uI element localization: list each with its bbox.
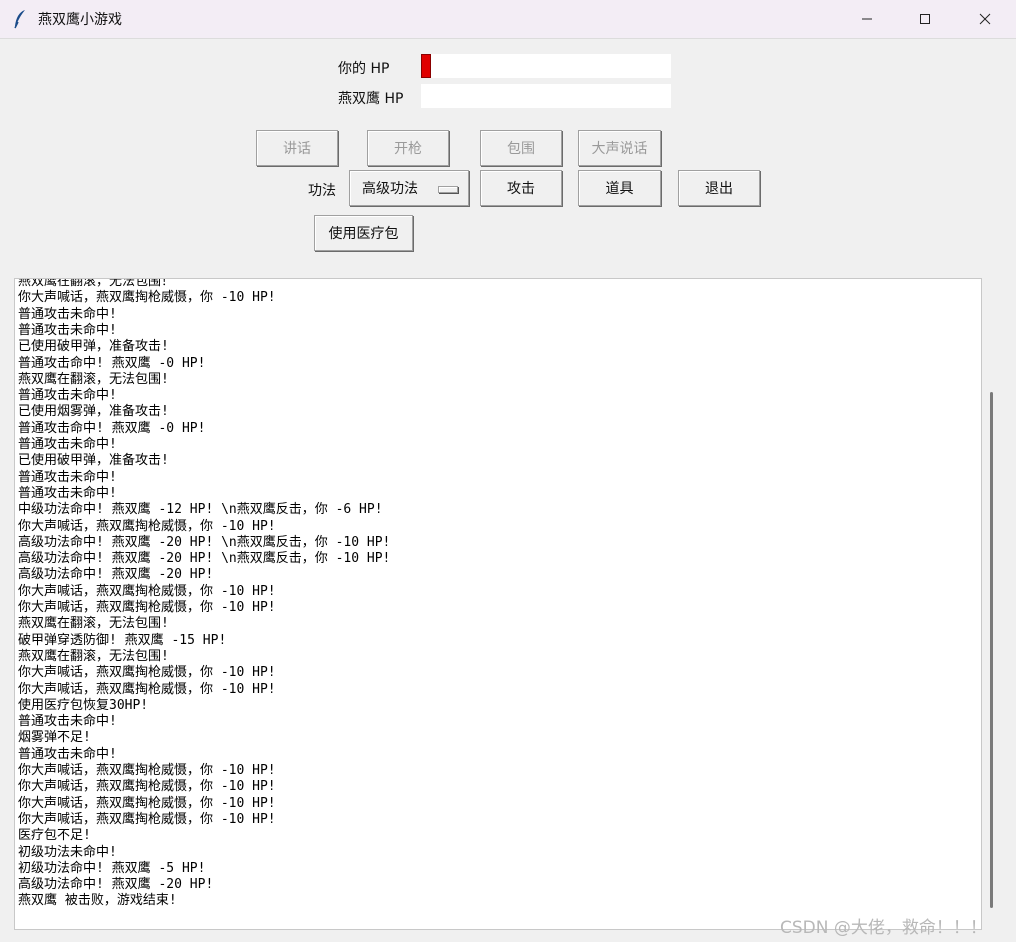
log-line: 你大声喊话，燕双鹰掏枪威慑，你 -10 HP! [18,583,276,599]
watermark: CSDN @大佬，救命！！！ [780,918,987,938]
log-line: 使用医疗包恢复30HP! [18,697,149,713]
log-line: 高级功法命中! 燕双鹰 -20 HP! [18,877,214,893]
skill-label: 功法 [308,183,336,199]
log-scrollbar[interactable] [990,392,993,908]
player-hp-bar [421,54,671,78]
maximize-icon [920,14,930,24]
log-line: 破甲弹穿透防御! 燕双鹰 -15 HP! [18,632,227,648]
attack-button[interactable]: 攻击 [480,170,562,206]
shoot-button[interactable]: 开枪 [367,130,449,166]
talk-button[interactable]: 讲话 [256,130,338,166]
quit-button[interactable]: 退出 [678,170,760,206]
log-line: 高级功法命中! 燕双鹰 -20 HP! \n燕双鹰反击，你 -10 HP! [18,551,391,567]
minimize-button[interactable] [838,0,896,38]
log-line: 普通攻击未命中! [18,469,117,485]
items-button[interactable]: 道具 [578,170,661,206]
log-line: 你大声喊话，燕双鹰掏枪威慑，你 -10 HP! [18,795,276,811]
player-hp-fill [421,54,431,78]
log-line: 你大声喊话，燕双鹰掏枪威慑，你 -10 HP! [18,811,276,827]
log-line: 你大声喊话，燕双鹰掏枪威慑，你 -10 HP! [18,779,276,795]
title-bar: 燕双鹰小游戏 [0,0,1016,39]
log-line: 中级功法命中! 燕双鹰 -12 HP! \n燕双鹰反击，你 -6 HP! [18,502,383,518]
log-line: 普通攻击未命中! [18,485,117,501]
log-line: 高级功法命中! 燕双鹰 -20 HP! [18,567,214,583]
log-line: 你大声喊话，燕双鹰掏枪威慑，你 -10 HP! [18,290,276,306]
enemy-hp-bar [421,84,671,108]
log-line: 普通攻击未命中! [18,388,117,404]
log-line: 普通攻击未命中! [18,714,117,730]
log-line: 初级功法命中! 燕双鹰 -5 HP! [18,860,206,876]
shout-button[interactable]: 大声说话 [578,130,661,166]
log-line: 燕双鹰 被击败，游戏结束! [18,893,177,909]
log-line: 普通攻击未命中! [18,746,117,762]
log-line: 已使用烟雾弹，准备攻击! [18,404,169,420]
feather-icon [14,10,25,29]
log-line: 烟雾弹不足! [18,730,91,746]
log-line: 普通攻击未命中! [18,437,117,452]
log-line: 普通攻击未命中! [18,322,117,338]
log-line: 医疗包不足! [18,828,91,844]
close-icon [979,13,991,25]
skill-selected: 高级功法 [362,181,418,197]
log-line: 已使用破甲弹，准备攻击! [18,339,169,355]
log-line: 你大声喊话，燕双鹰掏枪威慑，你 -10 HP! [18,600,276,615]
log-line: 普通攻击未命中! [18,306,117,322]
log-line: 你大声喊话，燕双鹰掏枪威慑，你 -10 HP! [18,763,276,778]
surround-button[interactable]: 包围 [480,130,562,166]
use-medkit-button[interactable]: 使用医疗包 [314,215,413,251]
enemy-hp-label: 燕双鹰 HP [338,91,404,107]
battle-log[interactable]: 燕双鹰在翻滚，无法包围！ 你大声喊话，燕双鹰掏枪威慑，你 -10 HP! 普通攻击未… [14,278,982,930]
close-button[interactable] [956,0,1014,38]
log-line: 燕双鹰在翻滚，无法包围! [18,371,169,387]
window-title: 燕双鹰小游戏 [38,12,122,28]
log-line: 你大声喊话，燕双鹰掏枪威慑，你 -10 HP! [18,518,276,534]
log-line: 普通攻击命中! 燕双鹰 -0 HP! [18,420,206,436]
dropdown-indicator-icon [438,186,458,193]
log-line: 普通攻击命中! 燕双鹰 -0 HP! [18,355,206,371]
log-line: 高级功法命中! 燕双鹰 -20 HP! \n燕双鹰反击，你 -10 HP! [18,534,391,550]
player-hp-label: 你的 HP [338,61,390,77]
log-line: 你大声喊话，燕双鹰掏枪威慑，你 -10 HP! [18,681,276,697]
minimize-icon [862,18,872,20]
skill-dropdown[interactable]: 高级功法 [349,170,469,206]
log-line: 你大声喊话，燕双鹰掏枪威慑，你 -10 HP! [18,665,276,681]
log-line: 燕双鹰在翻滚，无法包围! [18,616,169,632]
log-line: 燕双鹰在翻滚，无法包围！ [18,278,175,289]
log-line: 燕双鹰在翻滚，无法包围! [18,648,169,664]
log-line: 已使用破甲弹，准备攻击! [18,453,169,469]
log-line: 初级功法未命中! [18,844,117,860]
maximize-button[interactable] [896,0,954,38]
